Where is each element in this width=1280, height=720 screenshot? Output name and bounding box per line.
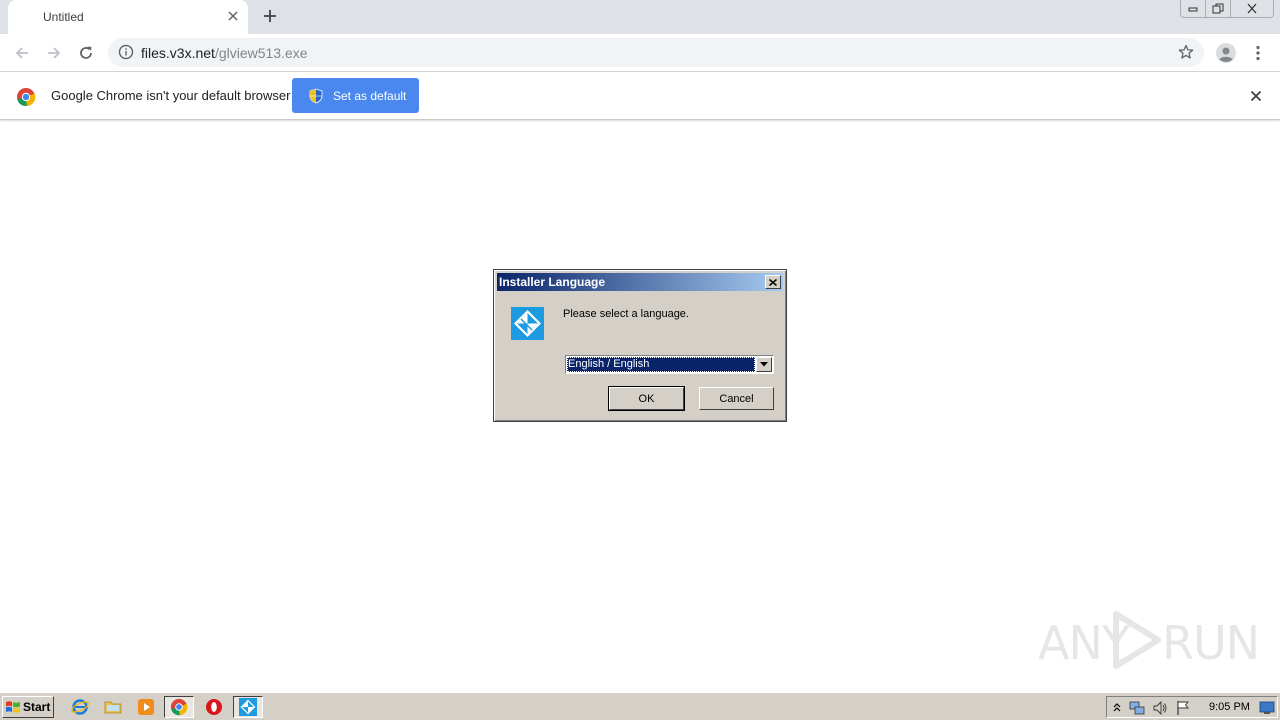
minimize-icon[interactable] bbox=[1181, 0, 1206, 17]
url-path: /glview513.exe bbox=[214, 45, 308, 61]
file-explorer-icon[interactable] bbox=[102, 697, 124, 717]
forward-arrow-icon[interactable] bbox=[42, 41, 66, 65]
dialog-title: Installer Language bbox=[499, 275, 606, 289]
back-arrow-icon[interactable] bbox=[10, 41, 34, 65]
installer-taskbar-icon[interactable] bbox=[233, 696, 263, 718]
network-icon[interactable] bbox=[1129, 700, 1145, 716]
dialog-prompt: Please select a language. bbox=[563, 308, 689, 320]
ok-button[interactable]: OK bbox=[608, 386, 685, 411]
default-browser-infobar: Google Chrome isn't your default browser… bbox=[0, 72, 1280, 120]
windows-flag-icon bbox=[5, 700, 21, 714]
tab-title: Untitled bbox=[43, 10, 84, 24]
opera-icon[interactable] bbox=[203, 697, 225, 717]
taskbar-clock[interactable]: 9:05 PM bbox=[1209, 701, 1250, 713]
profile-person-icon[interactable] bbox=[1214, 41, 1238, 65]
start-label: Start bbox=[23, 700, 51, 714]
media-player-icon[interactable] bbox=[135, 697, 157, 717]
menu-three-dots-icon[interactable] bbox=[1250, 41, 1266, 65]
tab-strip: Untitled bbox=[0, 0, 1280, 34]
url-text: files.v3x.net/glview513.exe bbox=[141, 45, 308, 61]
internet-explorer-icon[interactable] bbox=[69, 697, 91, 717]
anyrun-watermark: ANY RUN bbox=[1038, 606, 1260, 670]
action-center-flag-icon[interactable] bbox=[1175, 700, 1191, 716]
language-select-value: English / English bbox=[567, 357, 755, 372]
system-tray: 9:05 PM bbox=[1106, 696, 1278, 718]
watermark-play-icon bbox=[1106, 610, 1166, 675]
reload-icon[interactable] bbox=[74, 41, 98, 65]
show-desktop-icon[interactable] bbox=[1259, 700, 1275, 716]
tab-close-icon[interactable] bbox=[225, 8, 241, 24]
chrome-taskbar-icon[interactable] bbox=[164, 696, 194, 718]
address-bar[interactable]: files.v3x.net/glview513.exe bbox=[108, 38, 1204, 67]
taskbar: Start 9:05 PM bbox=[0, 692, 1280, 720]
url-host: files.v3x.net bbox=[141, 45, 215, 61]
dropdown-arrow-icon[interactable] bbox=[756, 357, 772, 372]
set-as-default-button[interactable]: Set as default bbox=[292, 78, 419, 113]
language-select[interactable]: English / English bbox=[565, 355, 774, 374]
set-as-default-label: Set as default bbox=[333, 88, 407, 103]
installer-language-dialog: Installer Language Please select a langu… bbox=[493, 269, 787, 422]
window-close-icon[interactable] bbox=[1231, 0, 1273, 17]
start-button[interactable]: Start bbox=[2, 696, 54, 718]
infobar-message: Google Chrome isn't your default browser bbox=[51, 88, 291, 103]
dialog-close-icon[interactable] bbox=[765, 275, 781, 289]
volume-icon[interactable] bbox=[1152, 700, 1168, 716]
window-controls bbox=[1180, 0, 1274, 18]
tray-expand-chevron-icon[interactable] bbox=[1109, 700, 1125, 716]
watermark-right-text: RUN bbox=[1162, 616, 1260, 670]
chrome-logo-icon bbox=[16, 87, 36, 112]
installer-logo-icon bbox=[511, 307, 544, 345]
restore-icon[interactable] bbox=[1206, 0, 1231, 17]
browser-toolbar: files.v3x.net/glview513.exe bbox=[0, 34, 1280, 72]
infobar-close-icon[interactable] bbox=[1247, 87, 1265, 105]
bookmark-star-icon[interactable] bbox=[1178, 44, 1194, 65]
dialog-titlebar[interactable]: Installer Language bbox=[497, 273, 783, 291]
site-info-icon[interactable] bbox=[118, 44, 134, 65]
uac-shield-icon bbox=[309, 88, 323, 104]
new-tab-plus-icon[interactable] bbox=[259, 5, 281, 27]
cancel-button[interactable]: Cancel bbox=[699, 387, 774, 410]
browser-tab[interactable]: Untitled bbox=[8, 0, 248, 34]
